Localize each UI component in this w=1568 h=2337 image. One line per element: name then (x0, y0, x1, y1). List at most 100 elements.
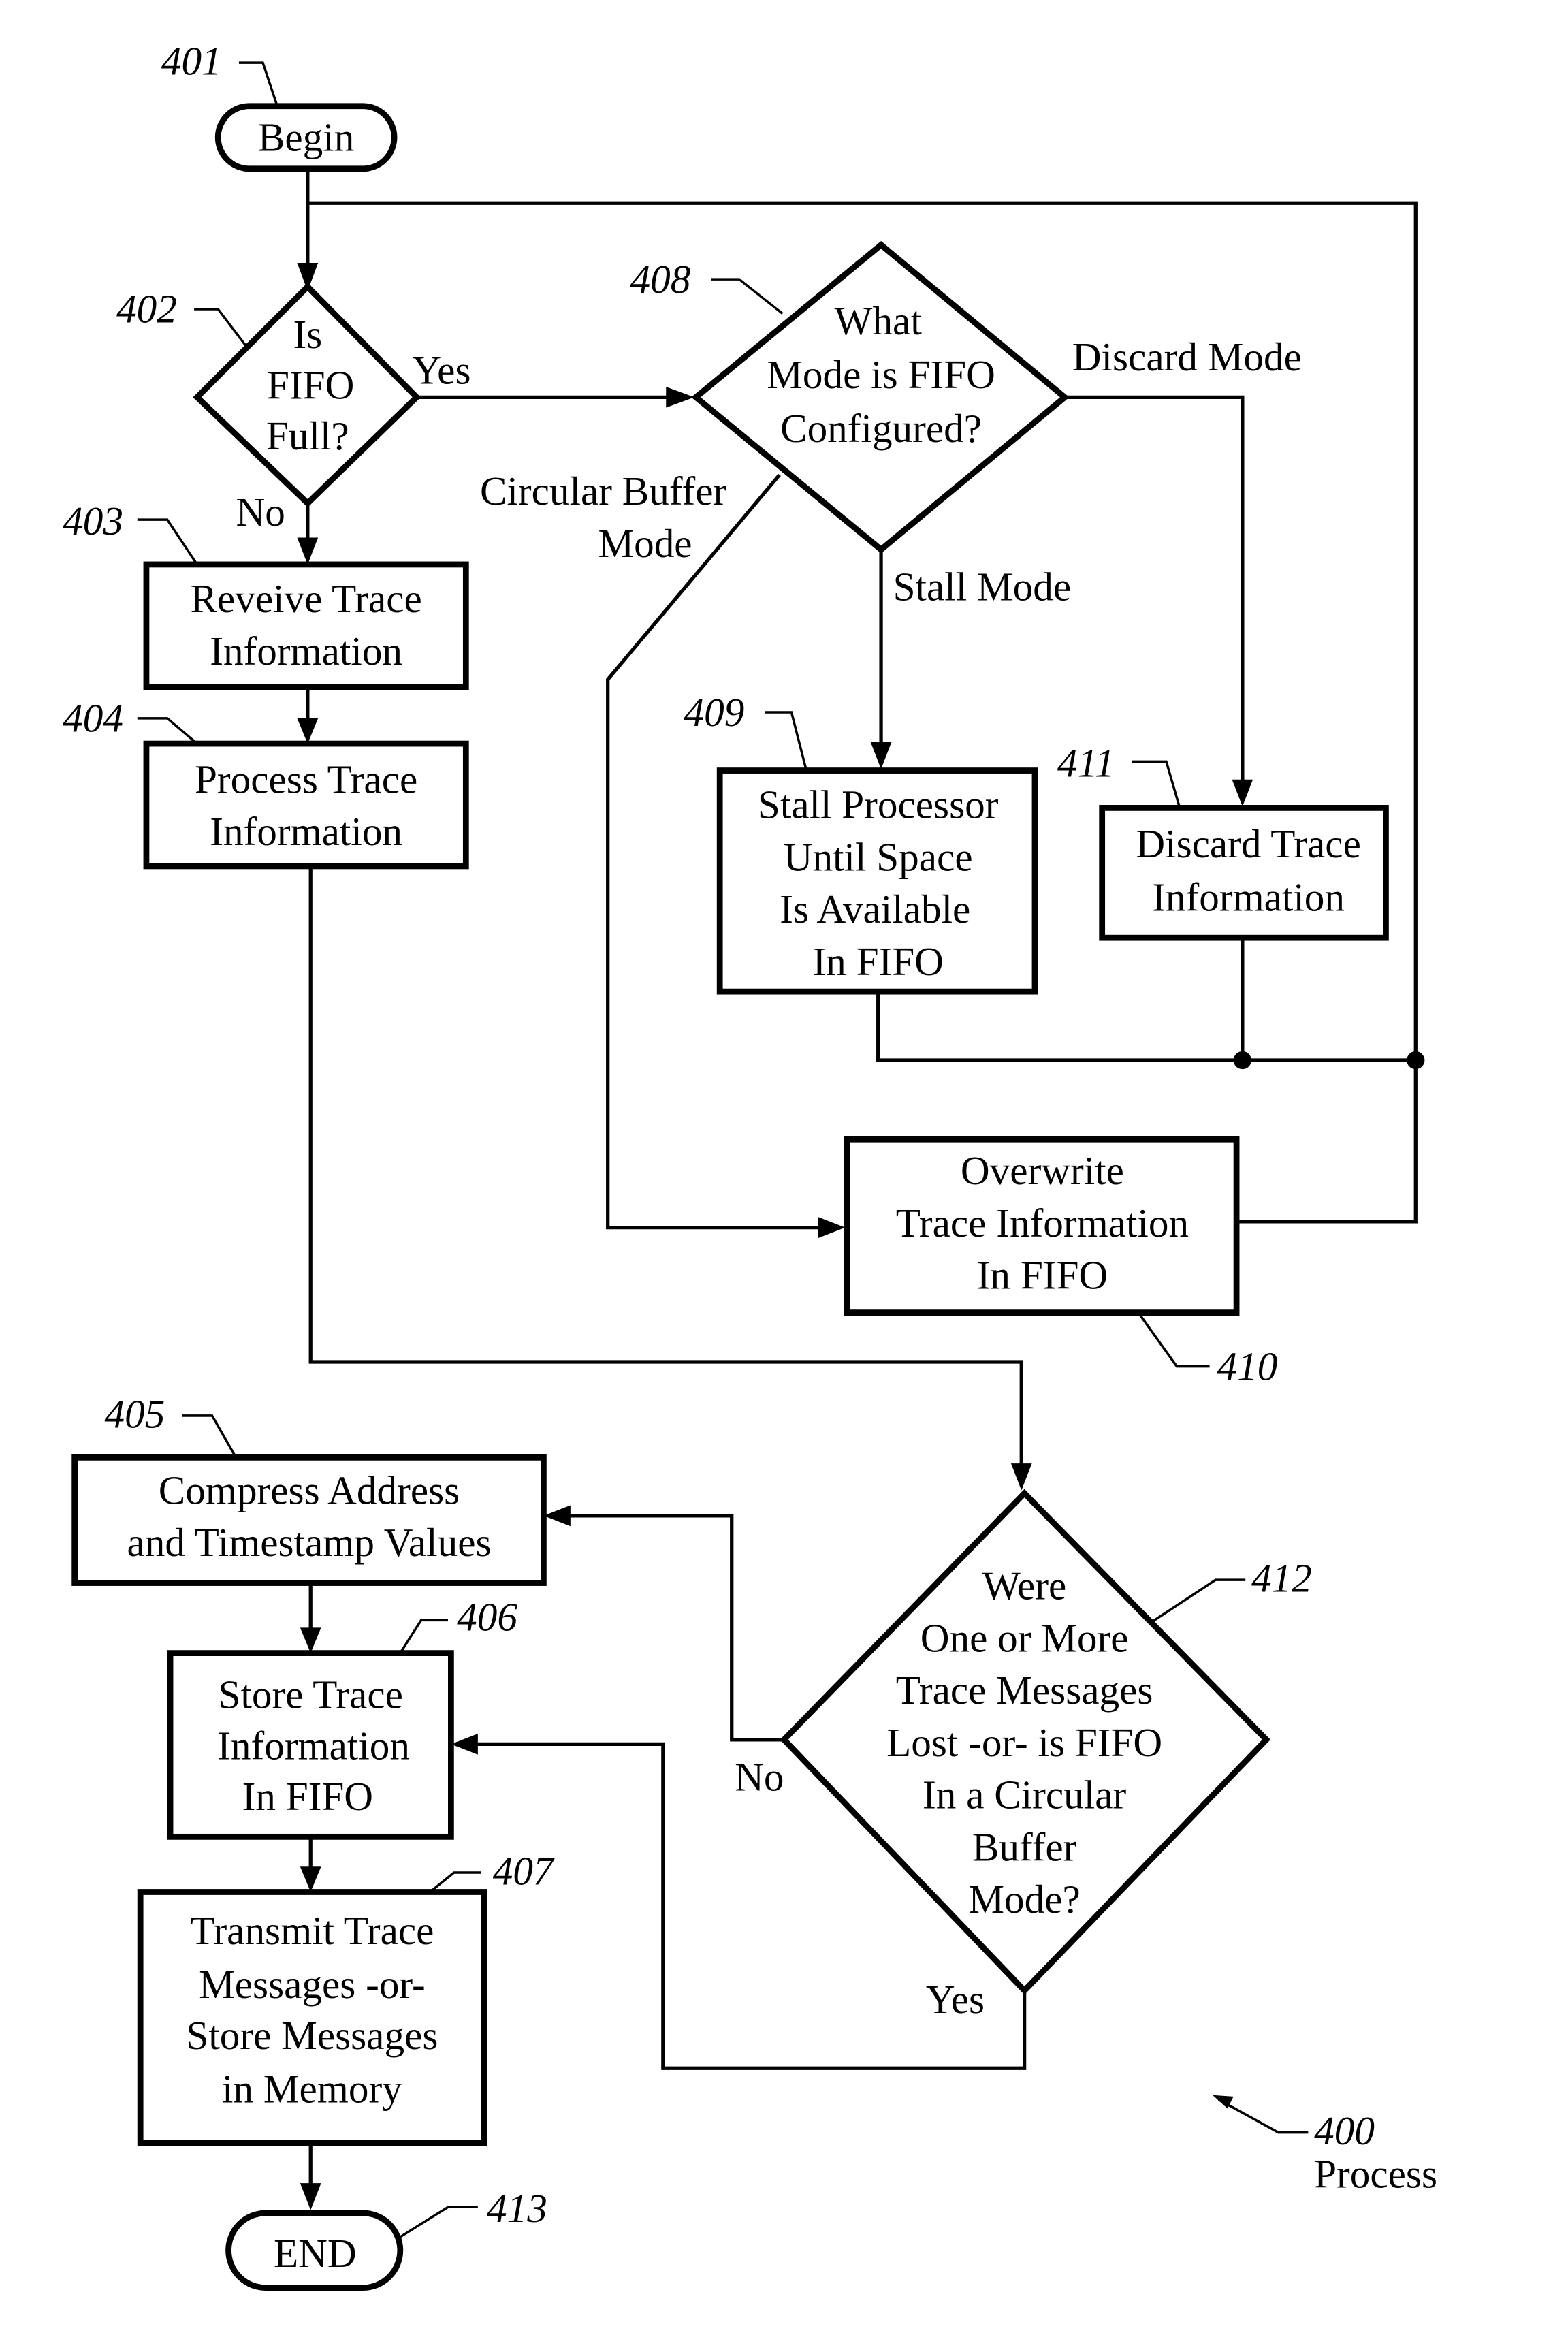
node-412-line: Were (982, 1563, 1066, 1608)
node-compress-address[interactable]: Compress Address and Timestamp Values (71, 1454, 547, 1586)
arrowhead (297, 537, 319, 565)
edge-label-no: No (735, 1754, 784, 1799)
node-overwrite-trace[interactable]: Overwrite Trace Information In FIFO (844, 1136, 1240, 1316)
node-410-line: Trace Information (896, 1201, 1189, 1245)
ref-401: 401 (161, 39, 222, 84)
arrowhead (870, 742, 892, 769)
leader-408 (711, 278, 784, 315)
leader-413 (399, 2206, 478, 2238)
leader-409 (764, 711, 808, 772)
node-407-line: in Memory (222, 2067, 402, 2112)
node-begin-label: Begin (258, 114, 354, 159)
node-stall-processor[interactable]: Stall Processor Until Space Is Available… (716, 767, 1038, 995)
ref-413: 413 (487, 2186, 547, 2231)
figure-ref-400: 400 (1314, 2108, 1375, 2153)
leader-411 (1132, 760, 1181, 808)
arrowhead (1232, 779, 1253, 807)
ref-403: 403 (63, 498, 123, 543)
node-412-line: One or More (921, 1615, 1129, 1660)
node-404-line: Process Trace (195, 757, 417, 801)
leader-404 (137, 717, 198, 745)
node-transmit-trace[interactable]: Transmit Trace Messages -or- Store Messa… (137, 1889, 487, 2146)
arrowhead (300, 2183, 321, 2210)
node-407-line: Transmit Trace (190, 1908, 434, 1953)
arrowhead (451, 1734, 478, 1755)
node-process-trace[interactable]: Process Trace Information (143, 740, 469, 870)
ref-409: 409 (684, 690, 745, 735)
node-409-line: In FIFO (812, 939, 943, 984)
edge-label-circular-mode: Mode (598, 521, 692, 566)
node-402-line: Full? (266, 413, 349, 458)
junction-dot (1407, 1051, 1425, 1070)
ref-410: 410 (1217, 1344, 1278, 1388)
node-404-line: Information (210, 809, 402, 854)
node-409-line: Until Space (784, 835, 973, 880)
node-403-line: Reveive Trace (190, 576, 421, 621)
figure-caption: Process (1314, 2152, 1437, 2197)
node-407-line: Messages -or- (199, 1962, 426, 2007)
arrowhead (297, 718, 319, 744)
ref-406: 406 (457, 1595, 517, 1640)
arrowhead (543, 1505, 571, 1527)
leader-402 (194, 308, 248, 347)
node-402-line: FIFO (267, 363, 354, 408)
ref-402: 402 (116, 287, 177, 332)
ref-404: 404 (63, 696, 123, 741)
edge-label-discard-mode: Discard Mode (1072, 334, 1302, 379)
node-412-line: Trace Messages (896, 1668, 1153, 1713)
edge-409-411-join (876, 991, 1416, 1062)
edge-408-discard-to-411 (1064, 395, 1245, 795)
node-408-line: What (835, 298, 923, 343)
leader-410 (1138, 1313, 1210, 1368)
node-messages-lost[interactable]: Were One or More Trace Messages Lost -or… (780, 1489, 1271, 1995)
node-409-line: Is Available (780, 887, 970, 932)
node-405-line: Compress Address (159, 1467, 460, 1512)
edge-label-stall-mode: Stall Mode (893, 565, 1072, 609)
node-receive-trace[interactable]: Reveive Trace Information (143, 561, 469, 690)
node-what-mode[interactable]: What Mode is FIFO Configured? (691, 240, 1070, 554)
node-407-line: Store Messages (186, 2013, 438, 2058)
ref-407: 407 (493, 1849, 555, 1894)
node-is-fifo-full[interactable]: Is FIFO Full? (193, 282, 421, 508)
edge-label-yes: Yes (926, 1977, 985, 2022)
node-412-line: In a Circular (923, 1772, 1126, 1817)
arrowhead (300, 1627, 321, 1653)
leader-405 (182, 1414, 238, 1459)
node-end-label: END (274, 2231, 357, 2276)
node-411-line: Information (1152, 875, 1345, 920)
node-412-line: Buffer (972, 1824, 1077, 1869)
node-406-line: Information (217, 1723, 410, 1768)
node-406-line: In FIFO (242, 1774, 373, 1819)
edge-label-yes: Yes (412, 348, 470, 393)
ref-408: 408 (630, 257, 691, 302)
node-402-line: Is (293, 312, 322, 357)
node-405-line: and Timestamp Values (127, 1520, 491, 1565)
leader-403 (137, 518, 198, 565)
node-408-line: Mode is FIFO (767, 352, 995, 397)
node-411-line: Discard Trace (1136, 821, 1361, 866)
node-store-trace[interactable]: Store Trace Information In FIFO (167, 1650, 454, 1840)
node-discard-trace[interactable]: Discard Trace Information (1099, 805, 1389, 941)
leader-406 (399, 1619, 448, 1654)
node-begin[interactable]: Begin (214, 103, 398, 172)
node-410-line: In FIFO (977, 1253, 1108, 1298)
ref-411: 411 (1057, 740, 1115, 785)
node-409-line: Stall Processor (758, 782, 999, 827)
node-end[interactable]: END (225, 2210, 404, 2291)
edge-label-no: No (236, 490, 285, 535)
arrowhead (1010, 1463, 1032, 1491)
node-412-line: Mode? (968, 1877, 1080, 1922)
node-412-line: Lost -or- is FIFO (886, 1720, 1162, 1765)
node-408-line: Configured? (780, 406, 982, 451)
node-406-line: Store Trace (219, 1672, 403, 1717)
leader-412 (1149, 1578, 1246, 1625)
arrowhead (818, 1217, 846, 1238)
junction-dot (1233, 1051, 1252, 1070)
flowchart: Begin Is FIFO Full? Reveive Trace Inform… (63, 39, 1437, 2291)
node-403-line: Information (210, 629, 402, 673)
edge-label-circular-buffer: Circular Buffer (480, 468, 727, 513)
arrowhead (300, 1866, 321, 1892)
leader-400 (1217, 2098, 1309, 2134)
arrowhead (666, 386, 694, 408)
ref-412: 412 (1251, 1556, 1312, 1601)
